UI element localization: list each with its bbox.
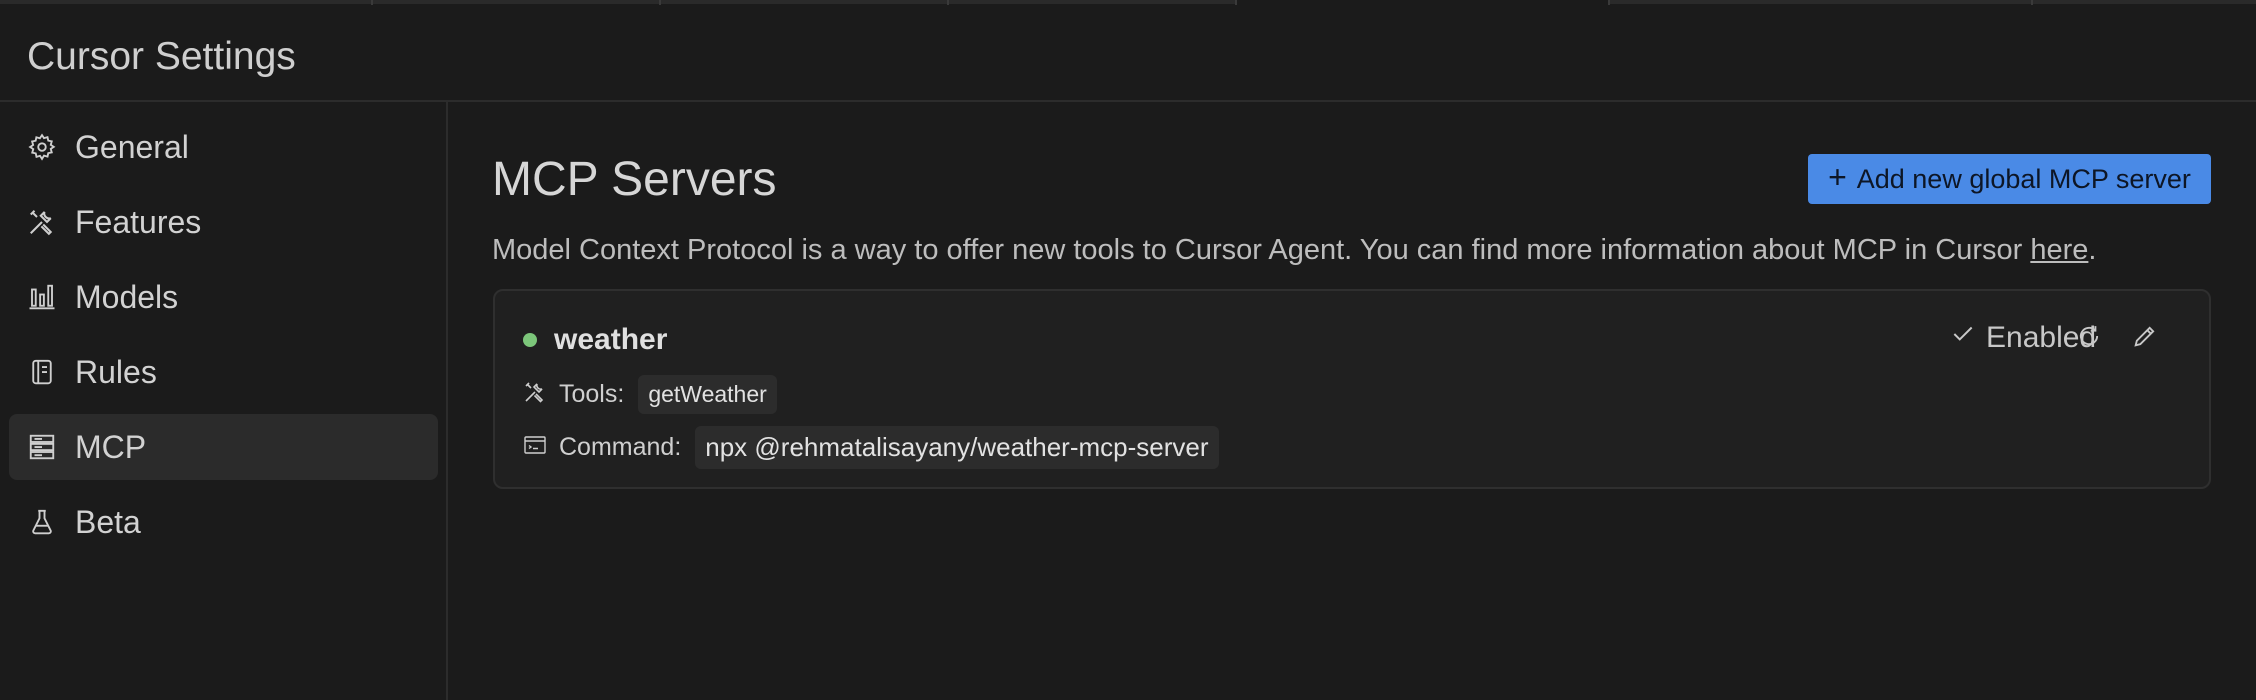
bar-chart-icon xyxy=(27,282,57,312)
add-global-mcp-server-button[interactable]: + Add new global MCP server xyxy=(1808,154,2211,204)
sidebar-item-label: Models xyxy=(75,278,179,315)
sidebar-item-label: General xyxy=(75,128,189,165)
sidebar-item-label: Beta xyxy=(75,503,141,540)
tab-background xyxy=(1608,0,2256,4)
check-icon xyxy=(1950,321,1976,355)
server-name: weather xyxy=(554,323,668,356)
sidebar-item-label: MCP xyxy=(75,428,147,465)
refresh-icon xyxy=(2075,322,2103,355)
sidebar-item-rules[interactable]: Rules xyxy=(9,339,438,405)
mcp-info-link[interactable]: here xyxy=(2030,234,2088,266)
tools-label: Tools: xyxy=(559,380,625,408)
tools-icon xyxy=(27,207,57,237)
document-icon xyxy=(27,357,57,387)
pencil-icon xyxy=(2131,322,2159,355)
command-value: npx @rehmatalisayany/weather-mcp-server xyxy=(695,426,1219,469)
description-text: Model Context Protocol is a way to offer… xyxy=(492,234,2031,266)
sidebar-item-models[interactable]: Models xyxy=(9,264,438,330)
mcp-description: Model Context Protocol is a way to offer… xyxy=(492,234,2096,267)
sidebar-item-beta[interactable]: Beta xyxy=(9,489,438,555)
tools-icon xyxy=(523,380,547,409)
add-button-label: Add new global MCP server xyxy=(1856,163,2191,194)
command-label: Command: xyxy=(559,433,682,461)
sidebar-item-label: Rules xyxy=(75,353,157,390)
refresh-button[interactable] xyxy=(2072,321,2106,355)
sidebar-item-features[interactable]: Features xyxy=(9,189,438,255)
server-icon xyxy=(27,432,57,462)
command-row: Command: npx @rehmatalisayany/weather-mc… xyxy=(523,426,1219,469)
status-indicator xyxy=(523,333,537,347)
settings-header: Cursor Settings xyxy=(0,5,2256,102)
sidebar-item-mcp[interactable]: MCP xyxy=(9,414,438,480)
tab-background xyxy=(0,0,1236,4)
sidebar-item-general[interactable]: General xyxy=(9,114,438,180)
tools-row: Tools: getWeather xyxy=(523,375,777,414)
mcp-settings-panel: MCP Servers + Add new global MCP server … xyxy=(450,102,2256,700)
mcp-server-card: weather Enabled Tools: getWeather Comman… xyxy=(493,289,2211,489)
description-end: . xyxy=(2088,234,2097,266)
page-title: MCP Servers xyxy=(492,153,777,206)
flask-icon xyxy=(27,507,57,537)
plus-icon: + xyxy=(1828,159,1847,195)
edit-button[interactable] xyxy=(2128,321,2162,355)
settings-sidebar: General Features Models Rules MCP Beta xyxy=(0,102,448,700)
tool-chip: getWeather xyxy=(638,375,777,414)
terminal-icon xyxy=(523,433,547,462)
settings-title: Cursor Settings xyxy=(27,35,296,78)
gear-icon xyxy=(27,132,57,162)
sidebar-item-label: Features xyxy=(75,203,202,240)
